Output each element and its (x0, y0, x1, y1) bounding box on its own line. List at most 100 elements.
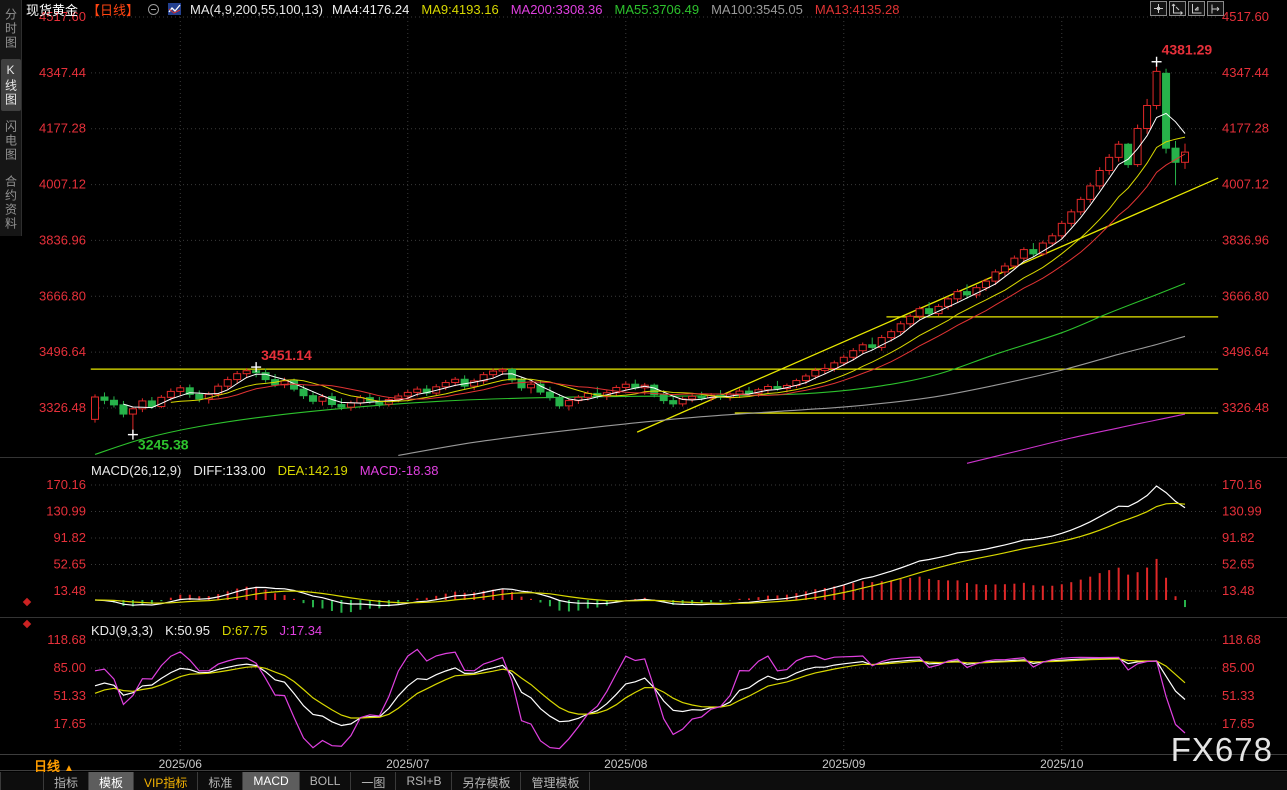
price-axis-label: 4517.60 (1222, 9, 1269, 24)
price-axis-label: 3496.64 (1222, 344, 1269, 359)
price-axis-label: 4177.28 (39, 121, 86, 136)
candle (414, 389, 421, 392)
price-axis-label: 4007.12 (39, 177, 86, 192)
kdj-params-label[interactable]: KDJ(9,3,3) (91, 623, 153, 638)
price-axis-label: 52.65 (53, 557, 86, 572)
price-axis-label: 170.16 (46, 477, 86, 492)
ma4-line (123, 113, 1185, 407)
candle (1001, 266, 1008, 272)
candle (120, 405, 127, 414)
tab-templates[interactable]: 模板 (89, 772, 134, 790)
candle (764, 386, 771, 389)
x-axis-label: 2025/08 (591, 757, 661, 771)
axis-zoom-in-icon[interactable] (1169, 1, 1186, 16)
ma-value-ma100: MA100:3545.05 (711, 2, 803, 17)
price-axis-label: 85.00 (1222, 660, 1255, 675)
chart-canvas[interactable]: 4517.604517.604347.444347.444177.284177.… (0, 0, 1287, 790)
candle (802, 376, 809, 381)
candle (660, 395, 667, 401)
tab-indicators[interactable]: 指标 (43, 772, 89, 790)
ma-value-ma55: MA55:3706.49 (615, 2, 700, 17)
price-axis-label: 118.68 (1222, 632, 1261, 647)
kdj-value-k: K:50.95 (165, 623, 210, 638)
tab-macd[interactable]: MACD (243, 772, 299, 790)
kdj-value-j: J:17.34 (280, 623, 323, 638)
candle (689, 396, 696, 399)
candle (177, 388, 184, 392)
sidebar-item-kline-chart[interactable]: K线图 (1, 59, 21, 111)
ma-settings-label[interactable]: MA(4,9,200,55,100,13) (190, 2, 323, 17)
sidebar-item-timeshare-chart[interactable]: 分时图 (1, 4, 21, 54)
candle (101, 397, 108, 400)
price-axis-label: 3326.48 (39, 400, 86, 415)
sidebar-item-lightning-chart[interactable]: 闪电图 (1, 116, 21, 166)
price-axis-label: 4347.44 (1222, 65, 1269, 80)
price-axis-label: 17.65 (53, 716, 86, 731)
tab-manage-template[interactable]: 管理模板 (521, 772, 590, 790)
price-axis-label: 4177.28 (1222, 121, 1269, 136)
price-annotation: 3245.38 (138, 437, 189, 453)
kdj-label-row: KDJ(9,3,3) K:50.95D:67.75J:17.34 (91, 623, 322, 638)
ma9-line (171, 137, 1185, 402)
candle (907, 316, 914, 324)
candle (698, 396, 705, 398)
candle (1115, 144, 1122, 157)
candle (1144, 105, 1151, 128)
ma-values-group: MA4:4176.24MA9:4193.16MA200:3308.36MA55:… (332, 2, 899, 17)
candle (338, 405, 345, 408)
candle (1020, 250, 1027, 259)
candle (897, 324, 904, 332)
candle (859, 345, 866, 351)
candle (347, 403, 354, 407)
macd-value-dea: DEA:142.19 (278, 463, 348, 478)
candle (1049, 236, 1056, 243)
watermark: FX678 (1171, 731, 1273, 769)
tab-rsi-b[interactable]: RSI+B (396, 772, 452, 790)
macd-diff-line (95, 486, 1185, 606)
macd-values-group: DIFF:133.00DEA:142.19MACD:-18.38 (193, 463, 438, 478)
tab-save-template[interactable]: 另存模板 (452, 772, 521, 790)
candle (774, 386, 781, 388)
candle (148, 401, 155, 407)
pan-right-icon[interactable] (1207, 1, 1224, 16)
candle (461, 379, 468, 386)
candle (452, 379, 459, 382)
candle (537, 384, 544, 392)
candle (528, 384, 535, 388)
candle (1096, 170, 1103, 185)
tab-boll[interactable]: BOLL (300, 772, 352, 790)
candle (1125, 144, 1132, 164)
price-axis-label: 51.33 (53, 688, 86, 703)
price-axis-label: 13.48 (53, 583, 86, 598)
x-axis-label: 2025/07 (373, 757, 443, 771)
tab-one-chart[interactable]: 一图 (351, 772, 396, 790)
collapse-icon[interactable] (148, 4, 159, 15)
ma200-line (967, 414, 1185, 463)
candle (954, 292, 961, 299)
candle (234, 374, 241, 380)
candle (1058, 223, 1065, 235)
candle (404, 392, 411, 396)
candle (167, 391, 174, 397)
crosshair-move-icon[interactable] (1150, 1, 1167, 16)
axis-zoom-out-icon[interactable] (1188, 1, 1205, 16)
indicator-tabbar: 指标模板VIP指标标准MACDBOLL一图RSI+B另存模板管理模板 (0, 772, 1287, 790)
macd-params-label[interactable]: MACD(26,12,9) (91, 463, 181, 478)
candle (92, 397, 99, 419)
time-axis: 日线▲ 2025/062025/072025/082025/092025/10 (0, 754, 1287, 771)
candle (888, 332, 895, 338)
price-axis-label: 91.82 (1222, 530, 1255, 545)
candle (916, 309, 923, 317)
chart-toolbar (1150, 1, 1224, 16)
x-axis-label: 2025/06 (145, 757, 215, 771)
tab-vip-indicators[interactable]: VIP指标 (134, 772, 198, 790)
price-axis-label: 4007.12 (1222, 177, 1269, 192)
tab-standard[interactable]: 标准 (198, 772, 243, 790)
price-axis-label: 3666.80 (39, 288, 86, 303)
sidebar-item-contract-info[interactable]: 合约资料 (1, 171, 21, 235)
ma-value-ma9: MA9:4193.16 (421, 2, 498, 17)
macd-value-diff: DIFF:133.00 (193, 463, 265, 478)
candle (546, 392, 553, 398)
price-axis-label: 170.16 (1222, 477, 1262, 492)
price-axis-label: 91.82 (53, 530, 86, 545)
